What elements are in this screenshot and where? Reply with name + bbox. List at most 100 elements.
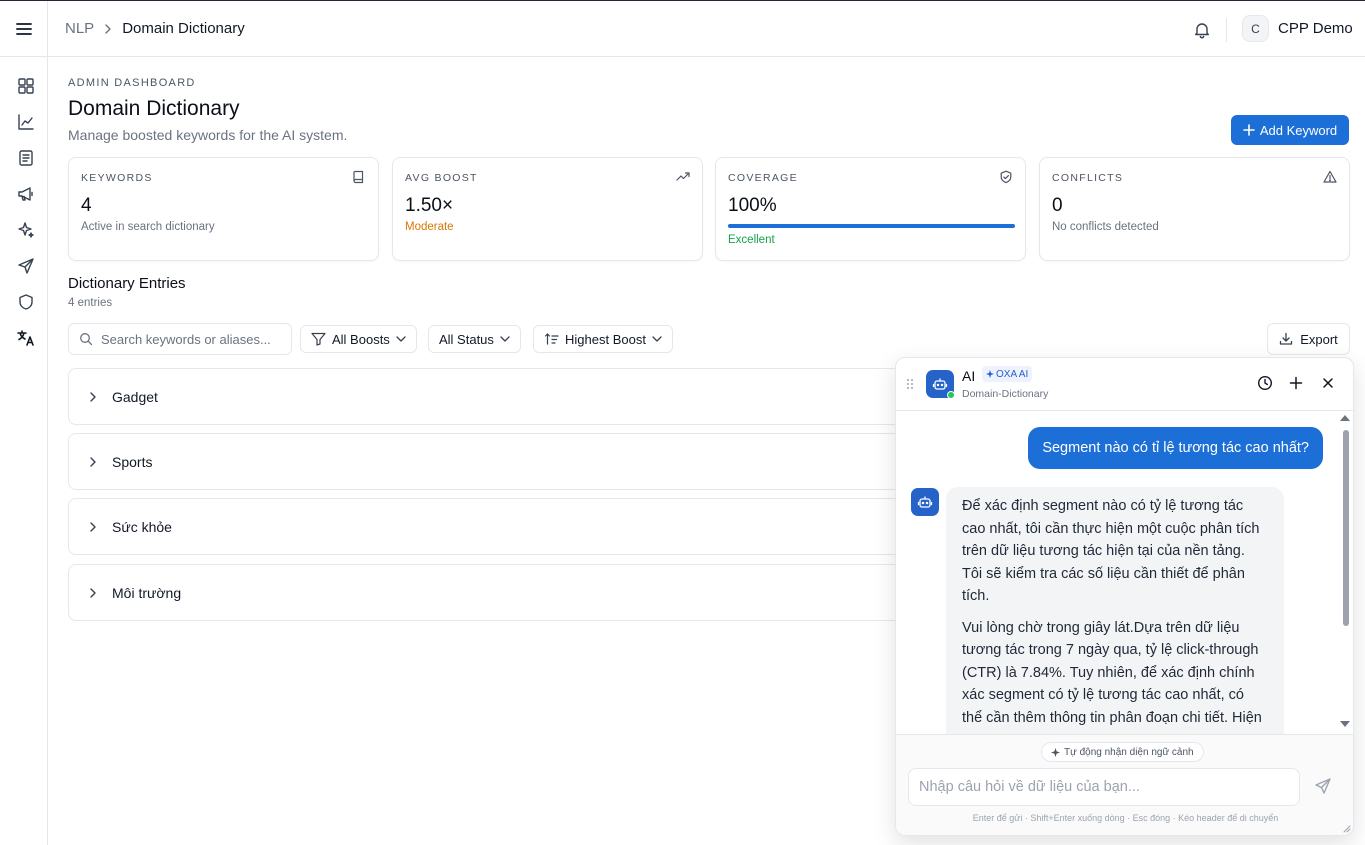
sparkle-icon [986,370,994,378]
chevron-right-icon [86,586,100,600]
book-icon [352,170,366,184]
add-keyword-label: Add Keyword [1259,122,1338,138]
grid-icon[interactable] [16,76,36,96]
send-icon[interactable] [16,256,36,276]
entry-label: Sức khỏe [112,518,172,535]
stat-label: AVG BOOST [405,172,478,184]
chat-header[interactable]: AI OXA AI Domain-Dictionary [896,358,1353,411]
user-menu[interactable]: C CPP Demo [1242,15,1353,42]
sparkles-icon[interactable] [16,220,36,240]
bot-message-paragraph: Vui lòng chờ trong giây lát.Dựa trên dữ … [962,619,1262,726]
top-bar: NLP Domain Dictionary C CPP Demo [0,0,1365,58]
section-title: Dictionary Entries [68,275,186,292]
stat-label: KEYWORDS [81,172,153,184]
add-keyword-button[interactable]: Add Keyword [1231,115,1349,145]
chevron-down-icon [652,336,662,342]
breadcrumb-current: Domain Dictionary [122,20,245,37]
bot-message-paragraph: Để xác định segment nào có tỷ lệ tương t… [962,498,1260,604]
resize-handle-icon[interactable] [1342,824,1351,833]
search-icon [79,332,93,346]
coverage-progress-fill [728,224,1015,228]
new-chat-icon[interactable] [1288,375,1304,391]
scrollbar-thumb[interactable] [1343,430,1349,626]
chevron-right-icon [86,455,100,469]
history-icon[interactable] [1257,375,1273,391]
stat-value: 4 [81,195,92,216]
sort-icon [544,332,559,346]
filter-status-dropdown[interactable]: All Status [428,325,521,353]
bell-icon[interactable] [1192,20,1212,40]
ai-badge: OXA AI [982,366,1033,382]
stat-value: 0 [1052,195,1063,216]
breadcrumb: NLP Domain Dictionary [65,20,245,37]
filter-boosts-label: All Boosts [332,331,390,347]
sidebar [0,57,48,845]
shield-icon[interactable] [16,292,36,312]
chat-footer: Tự động nhận diện ngữ cảnh Enter để gửi … [896,734,1353,835]
filter-status-label: All Status [439,331,494,347]
chevron-right-icon [86,520,100,534]
online-status-dot [947,391,955,399]
sort-label: Highest Boost [565,331,646,347]
chevron-right-icon [104,23,112,34]
ai-badge-label: OXA AI [996,368,1029,380]
stat-label: COVERAGE [728,172,798,184]
translate-icon[interactable] [16,328,36,348]
bot-message-avatar [911,488,939,516]
search-box[interactable] [68,323,292,355]
stat-caption: Active in search dictionary [81,221,215,233]
entry-label: Sports [112,453,153,470]
page-eyebrow: ADMIN DASHBOARD [68,77,196,89]
scroll-down-arrow[interactable] [1340,721,1350,727]
entry-label: Gadget [112,388,158,405]
coverage-progress-bar [728,224,1015,228]
stat-value: 1.50× [405,195,454,216]
bot-message: Để xác định segment nào có tỷ lệ tương t… [946,487,1284,734]
download-icon [1279,332,1293,346]
auto-context-label: Tự động nhận diện ngữ cảnh [1064,746,1194,758]
stat-caption: Excellent [728,234,775,246]
user-message: Segment nào có tỉ lệ tương tác cao nhất? [1028,427,1323,469]
stat-value: 100% [728,195,777,216]
stat-card-conflicts: CONFLICTS 0 No conflicts detected [1039,157,1350,261]
megaphone-icon[interactable] [16,184,36,204]
page-title: Domain Dictionary [68,97,240,120]
breadcrumb-parent[interactable]: NLP [65,20,94,37]
chevron-right-icon [86,390,100,404]
menu-icon[interactable] [12,17,36,41]
warning-icon [1323,170,1337,184]
user-name: CPP Demo [1278,20,1353,37]
chat-messages[interactable]: Segment nào có tỉ lệ tương tác cao nhất?… [896,411,1353,734]
chat-title: AI [962,368,976,384]
plus-icon [1243,124,1255,136]
entries-count: 4 entries [68,297,113,309]
stat-card-coverage: COVERAGE 100% Excellent [715,157,1026,261]
avatar: C [1242,15,1269,42]
sparkle-icon [1051,747,1060,757]
scroll-up-arrow[interactable] [1340,415,1350,421]
drag-handle-icon[interactable] [906,378,914,390]
chat-input[interactable] [908,768,1300,806]
keyboard-hint: Enter để gửi · Shift+Enter xuống dòng · … [972,813,1279,823]
filter-icon [311,332,326,346]
stat-caption: Moderate [405,221,454,233]
sort-dropdown[interactable]: Highest Boost [533,325,673,353]
export-button[interactable]: Export [1267,323,1350,355]
stat-label: CONFLICTS [1052,172,1124,184]
export-label: Export [1300,331,1338,347]
chevron-down-icon [396,336,406,342]
stat-card-keywords: KEYWORDS 4 Active in search dictionary [68,157,379,261]
close-icon[interactable] [1320,375,1336,391]
document-icon[interactable] [16,148,36,168]
trending-up-icon [676,170,690,184]
shield-check-icon [999,170,1013,184]
topbar-divider [47,1,48,58]
send-icon[interactable] [1314,777,1334,797]
filter-boosts-dropdown[interactable]: All Boosts [300,325,417,353]
entry-label: Môi trường [112,584,182,601]
chart-icon[interactable] [16,112,36,132]
search-input[interactable] [101,331,281,347]
stat-caption: No conflicts detected [1052,221,1159,233]
auto-context-chip[interactable]: Tự động nhận diện ngữ cảnh [1041,742,1204,762]
page-subtitle: Manage boosted keywords for the AI syste… [68,127,348,143]
